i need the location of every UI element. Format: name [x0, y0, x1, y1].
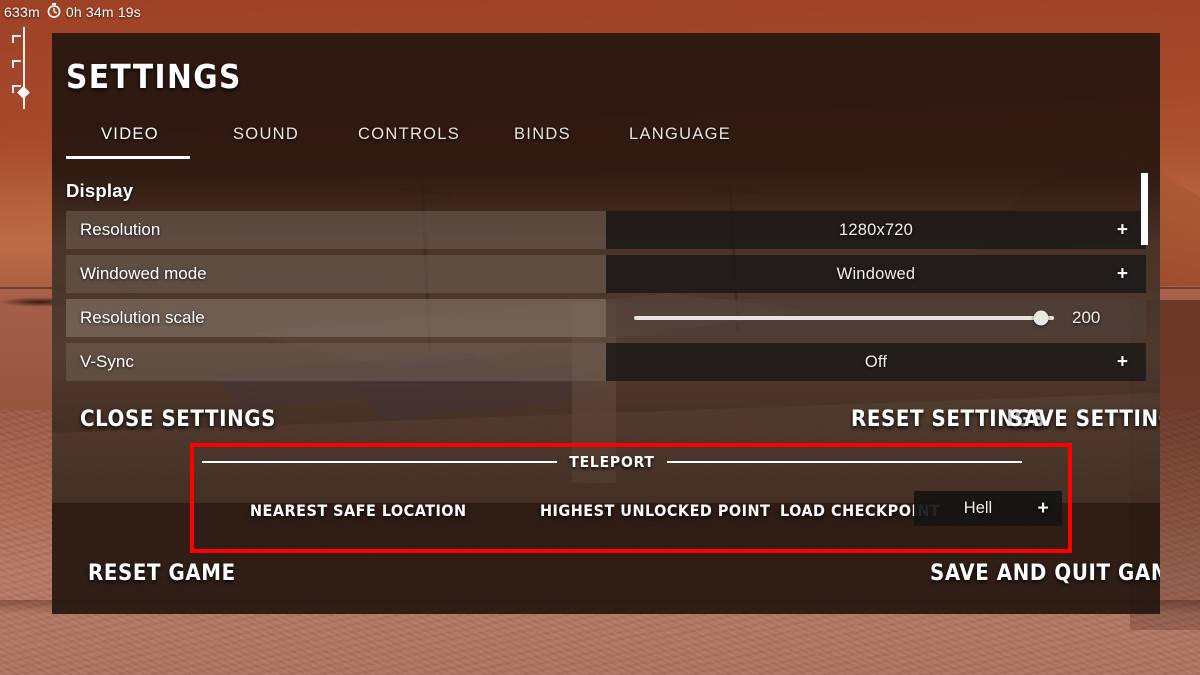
teleport-divider-bottom: [202, 551, 1022, 553]
slider-track: [634, 316, 1054, 320]
setting-value-resolution: 1280x720: [838, 220, 914, 239]
setting-control-resolution-scale[interactable]: 200: [606, 299, 1146, 337]
setting-label-resolution: Resolution: [66, 211, 606, 249]
table-row: Resolution 1280x720 +: [66, 211, 1146, 249]
setting-control-vsync[interactable]: Off +: [606, 343, 1146, 381]
teleport-section: TELEPORT NEAREST SAFE LOCATION HIGHEST U…: [202, 453, 1062, 557]
tab-sound[interactable]: SOUND: [233, 125, 299, 144]
increment-icon[interactable]: +: [1117, 353, 1128, 372]
table-row: Resolution scale 200: [66, 299, 1146, 337]
teleport-title: TELEPORT: [569, 453, 655, 471]
reset-game-button[interactable]: RESET GAME: [88, 561, 236, 586]
active-tab-underline: [66, 156, 190, 159]
altimeter-tick-stem: [12, 60, 14, 68]
save-and-quit-game-button[interactable]: SAVE AND QUIT GAME: [930, 561, 1160, 586]
tab-video[interactable]: VIDEO: [101, 125, 159, 144]
table-row: V-Sync Off +: [66, 343, 1146, 381]
setting-label-resolution-scale: Resolution scale: [66, 299, 606, 337]
table-row: Windowed mode Windowed +: [66, 255, 1146, 293]
setting-value-windowed-mode: Windowed: [836, 264, 916, 283]
setting-value-resolution-scale: 200: [1072, 308, 1101, 327]
teleport-highest-unlocked-point-button[interactable]: HIGHEST UNLOCKED POINT: [540, 501, 770, 520]
altimeter-gauge: [10, 27, 36, 109]
close-settings-button[interactable]: CLOSE SETTINGS: [80, 407, 276, 432]
teleport-nearest-safe-location-button[interactable]: NEAREST SAFE LOCATION: [250, 501, 467, 520]
hud: 633m 0h 34m 19s: [4, 3, 141, 21]
game-screen: 633m 0h 34m 19s SETTINGS VIDEO SOUND CON…: [0, 0, 1200, 675]
slider-knob[interactable]: [1033, 310, 1049, 326]
page-title: SETTINGS: [66, 57, 242, 96]
teleport-header: TELEPORT: [202, 453, 1023, 471]
settings-panel: SETTINGS VIDEO SOUND CONTROLS BINDS LANG…: [52, 33, 1160, 614]
teleport-destination-dropdown[interactable]: Hell +: [914, 491, 1062, 526]
increment-icon[interactable]: +: [1117, 265, 1128, 284]
section-heading-display: Display: [66, 180, 134, 201]
teleport-divider-right: [666, 461, 1023, 463]
hud-distance-value: 633m: [4, 4, 40, 20]
altimeter-tick-stem: [12, 85, 14, 93]
setting-label-vsync: V-Sync: [66, 343, 606, 381]
tab-controls[interactable]: CONTROLS: [358, 125, 460, 144]
settings-scrollbar-track[interactable]: [1141, 173, 1148, 373]
teleport-destination-value: Hell: [963, 499, 993, 517]
teleport-divider-left: [202, 461, 558, 463]
setting-label-windowed-mode: Windowed mode: [66, 255, 606, 293]
hud-time-value: 0h 34m 19s: [65, 4, 141, 20]
resolution-scale-slider[interactable]: [634, 310, 1054, 326]
settings-scrollbar-thumb[interactable]: [1141, 173, 1148, 245]
increment-icon[interactable]: +: [1024, 498, 1062, 520]
save-settings-button[interactable]: SAVE SETTINGS: [1009, 407, 1160, 432]
setting-control-windowed-mode[interactable]: Windowed +: [606, 255, 1146, 293]
increment-icon[interactable]: +: [1117, 221, 1128, 240]
setting-control-resolution[interactable]: 1280x720 +: [606, 211, 1146, 249]
hud-timer: 0h 34m 19s: [47, 3, 141, 21]
stopwatch-icon: [47, 3, 61, 21]
tab-binds[interactable]: BINDS: [514, 125, 571, 144]
tab-language[interactable]: LANGUAGE: [629, 125, 731, 144]
altimeter-marker: [17, 86, 30, 99]
altimeter-tick-stem: [12, 35, 14, 43]
setting-value-vsync: Off: [864, 352, 888, 371]
settings-rows: Resolution 1280x720 + Windowed mode Wind…: [66, 211, 1146, 387]
